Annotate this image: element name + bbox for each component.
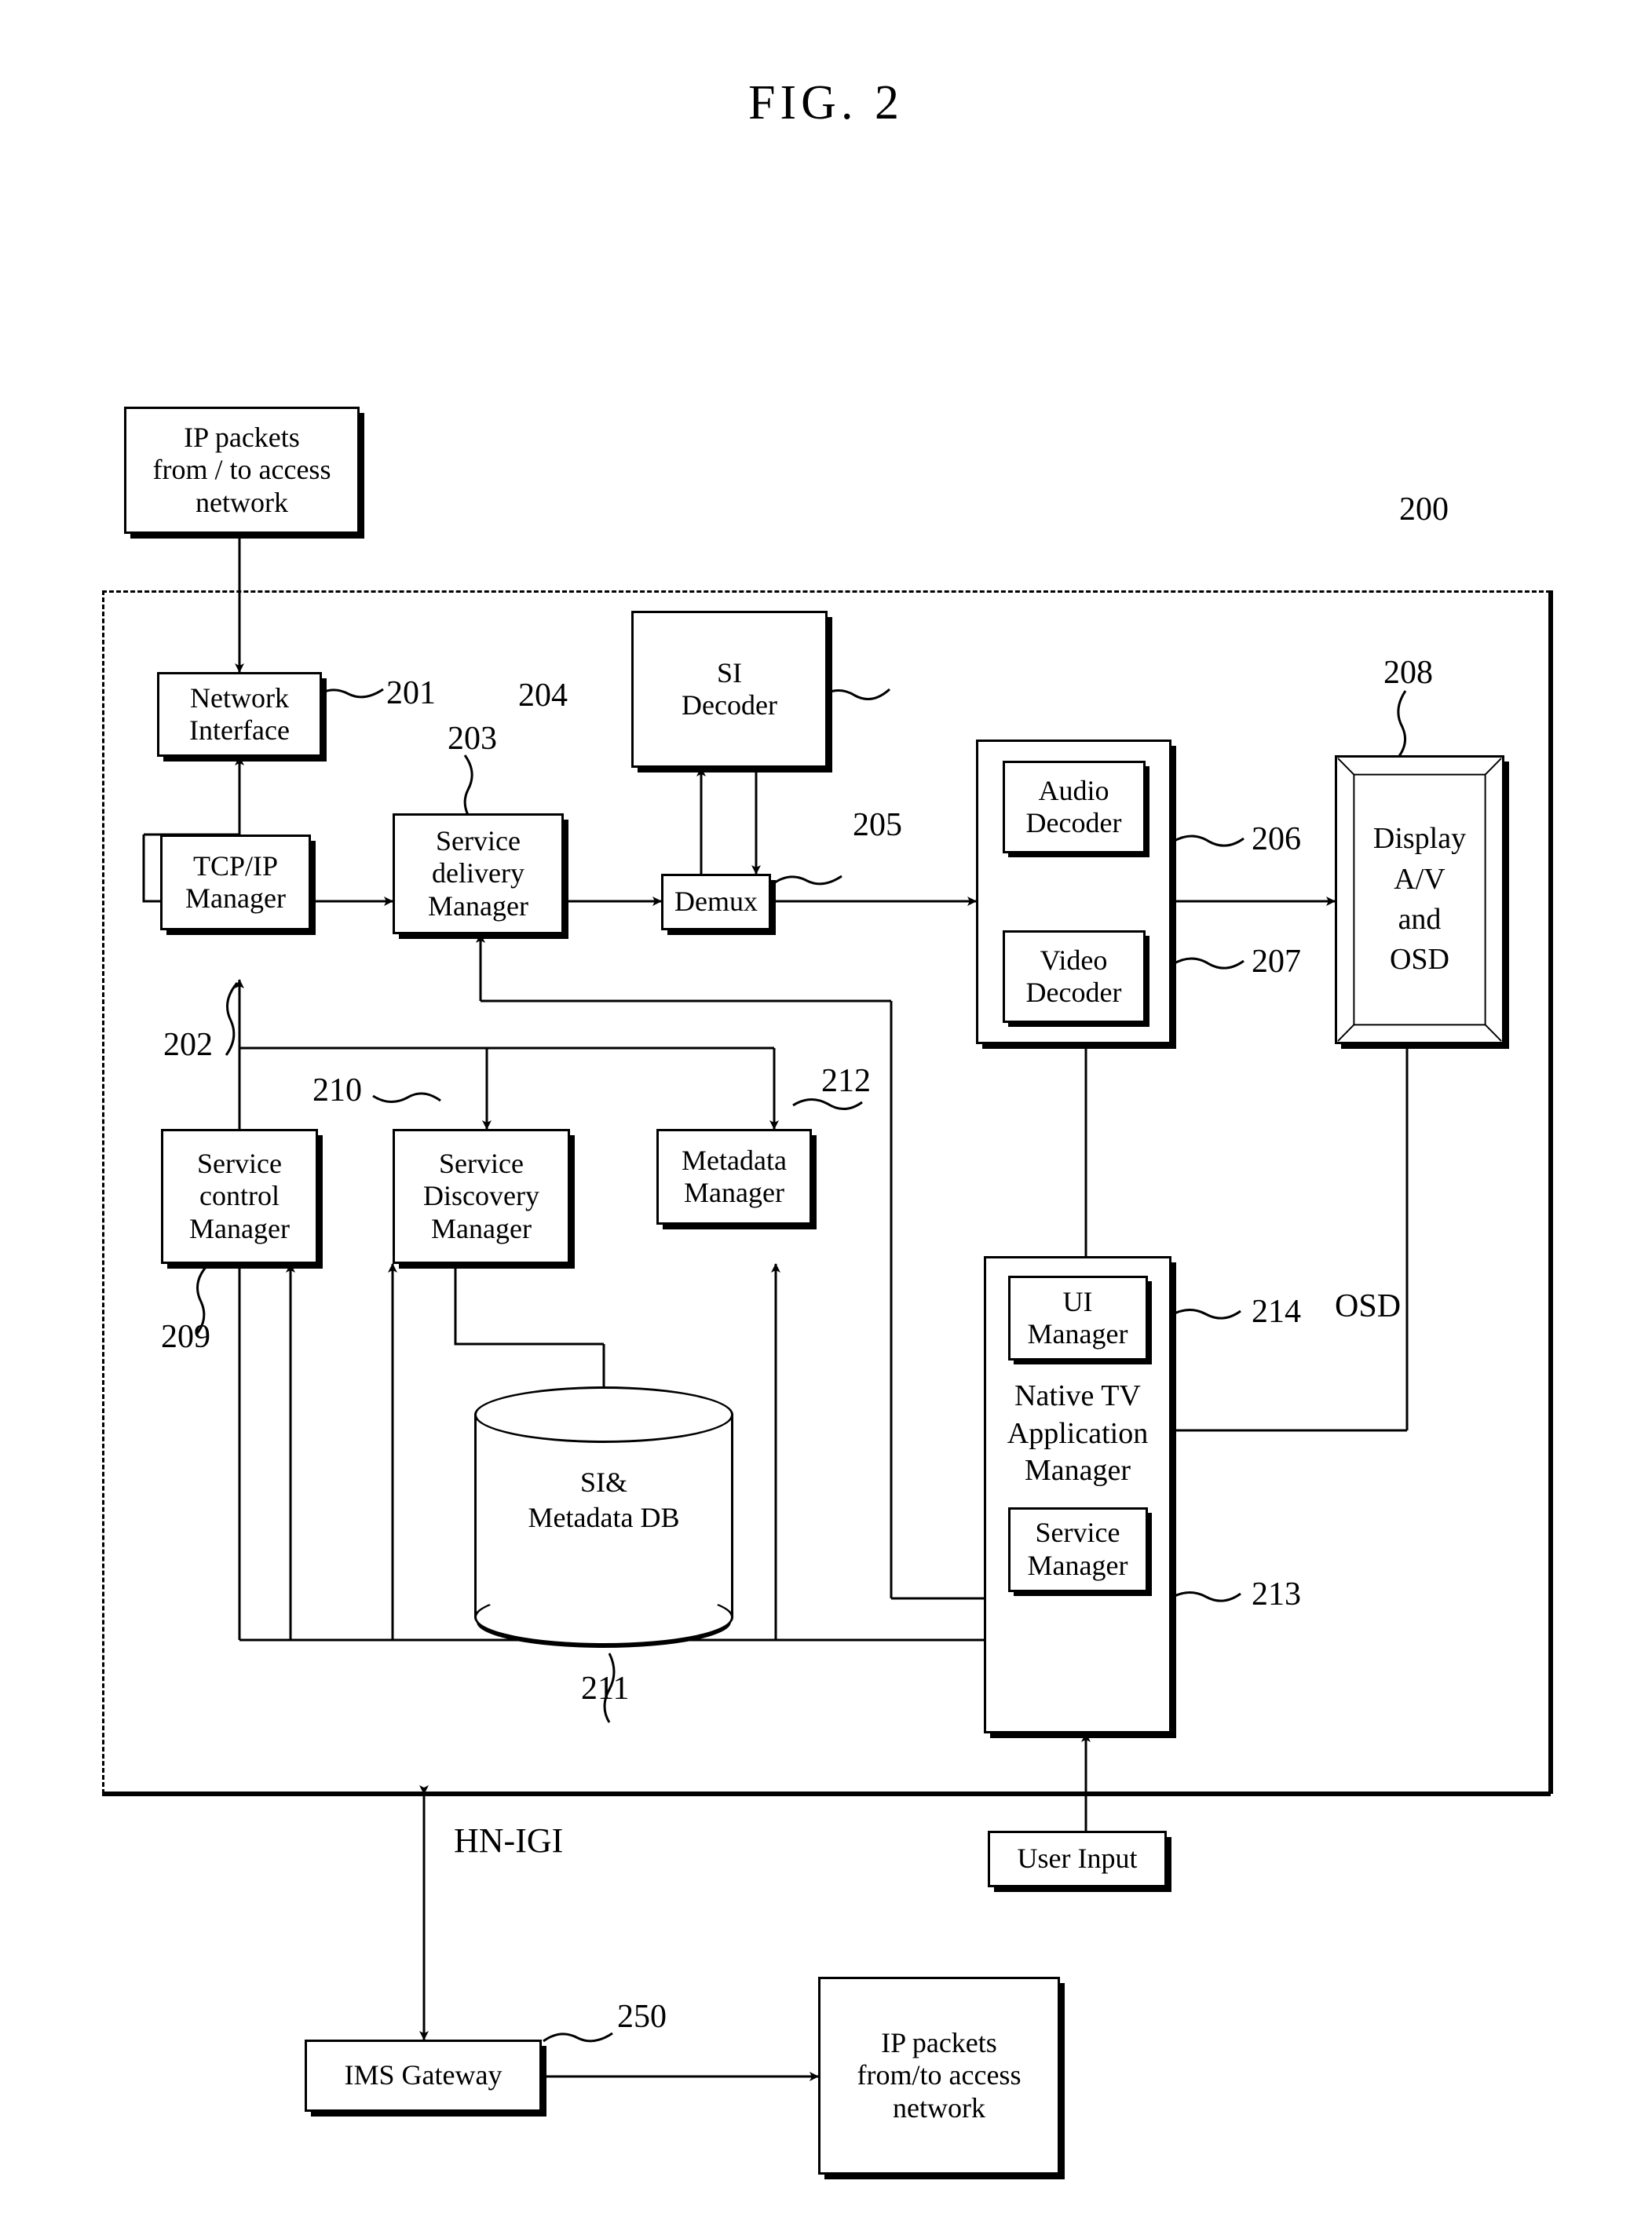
ui-manager-label: UI Manager — [1027, 1285, 1128, 1350]
audio-decoder-label: Audio Decoder — [1025, 774, 1122, 838]
network-interface-label: Network Interface — [189, 681, 290, 746]
ims-gateway-box: IMS Gateway — [305, 2040, 542, 2112]
ims-gateway-label: IMS Gateway — [344, 2059, 503, 2091]
ref-213: 213 — [1252, 1576, 1301, 1613]
network-interface-box: Network Interface — [157, 672, 322, 757]
ref-205: 205 — [853, 807, 902, 843]
ip-packets-top-box: IP packets from / to access network — [124, 407, 360, 534]
ref-214: 214 — [1252, 1294, 1301, 1330]
ref-203: 203 — [448, 721, 497, 757]
display-box: Display A/V and OSD — [1335, 755, 1504, 1044]
video-decoder-box: Video Decoder — [1002, 930, 1146, 1023]
ui-manager-box: UI Manager — [1007, 1276, 1148, 1361]
ref-209: 209 — [161, 1319, 210, 1355]
ref-250: 250 — [617, 1999, 667, 2035]
ref-206: 206 — [1252, 821, 1301, 857]
device-boundary-right-shadow — [1548, 590, 1553, 1794]
service-control-manager-label: Service control Manager — [189, 1148, 290, 1244]
service-discovery-manager-box: Service Discovery Manager — [393, 1129, 570, 1264]
service-delivery-manager-label: Service delivery Manager — [428, 825, 528, 922]
demux-box: Demux — [661, 874, 771, 930]
metadata-manager-label: Metadata Manager — [682, 1144, 787, 1208]
ip-packets-bottom-box: IP packets from/to access network — [818, 1977, 1060, 2175]
device-boundary-200 — [102, 590, 1551, 1794]
display-label: Display A/V and OSD — [1372, 822, 1467, 977]
ref-211: 211 — [581, 1671, 630, 1707]
si-metadata-db-label: SI& Metadata DB — [528, 1466, 680, 1533]
ip-packets-bottom-label: IP packets from/to access network — [857, 2027, 1022, 2124]
tcpip-manager-label: TCP/IP Manager — [185, 849, 286, 914]
service-manager-box: Service Manager — [1007, 1507, 1148, 1592]
tcpip-manager-box: TCP/IP Manager — [160, 835, 311, 930]
video-decoder-label: Video Decoder — [1025, 944, 1122, 1008]
metadata-manager-box: Metadata Manager — [656, 1129, 812, 1225]
user-input-box: User Input — [988, 1831, 1167, 1887]
si-decoder-label: SI Decoder — [682, 656, 777, 721]
service-control-manager-box: Service control Manager — [161, 1129, 318, 1264]
device-boundary-bottom-shadow — [102, 1792, 1551, 1796]
demux-label: Demux — [674, 886, 758, 918]
hn-igi-label: HN-IGI — [454, 1821, 564, 1860]
decoder-group-box: Audio Decoder Video Decoder — [976, 740, 1171, 1044]
db-cylinder-top — [474, 1386, 733, 1443]
si-decoder-box: SI Decoder — [631, 611, 828, 768]
ip-packets-top-label: IP packets from / to access network — [152, 422, 331, 518]
ref-212: 212 — [821, 1063, 871, 1099]
audio-decoder-box: Audio Decoder — [1002, 761, 1146, 853]
service-manager-label: Service Manager — [1027, 1517, 1128, 1581]
figure-title: FIG. 2 — [748, 76, 904, 130]
ref-201: 201 — [386, 675, 436, 711]
native-tv-application-manager-box: UI Manager Native TV Application Manager… — [984, 1256, 1171, 1733]
native-tv-application-manager-label: Native TV Application Manager — [1007, 1379, 1149, 1487]
ref-202: 202 — [163, 1027, 213, 1063]
patent-figure-page: FIG. 2 IP packets from / to access netwo… — [0, 0, 1652, 2228]
user-input-label: User Input — [1017, 1843, 1138, 1875]
ref-210: 210 — [312, 1072, 362, 1109]
ref-200: 200 — [1399, 491, 1449, 528]
ref-208: 208 — [1383, 655, 1433, 691]
db-cylinder-bottom — [474, 1589, 733, 1645]
service-delivery-manager-box: Service delivery Manager — [393, 813, 564, 934]
service-discovery-manager-label: Service Discovery Manager — [423, 1148, 539, 1244]
osd-label: OSD — [1335, 1288, 1402, 1324]
ref-204: 204 — [518, 678, 568, 714]
si-metadata-db-cylinder: SI& Metadata DB — [474, 1386, 733, 1645]
ref-207: 207 — [1252, 944, 1301, 980]
